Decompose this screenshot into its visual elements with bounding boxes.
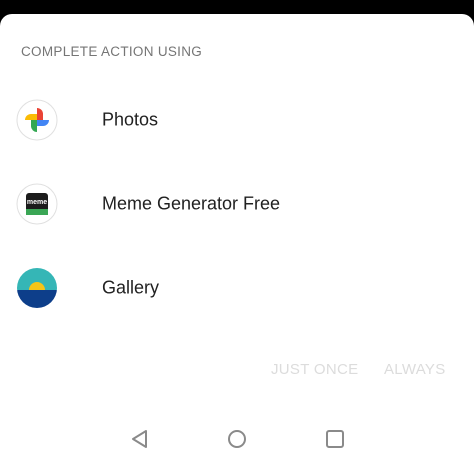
action-bar: JUST ONCE ALWAYS [0,361,474,381]
chooser-sheet: COMPLETE ACTION USING Photos meme Meme G… [0,14,474,466]
app-label-gallery: Gallery [102,277,160,298]
just-once-button[interactable]: JUST ONCE [271,361,358,378]
home-icon[interactable] [225,427,249,451]
app-option-meme-generator[interactable]: meme Meme Generator Free [0,172,474,236]
recents-icon[interactable] [323,427,347,451]
chooser-title: COMPLETE ACTION USING [21,44,203,59]
navigation-bar [0,419,474,466]
meme-generator-icon: meme [16,183,58,225]
app-option-photos[interactable]: Photos [0,88,474,152]
meme-icon-text: meme [27,199,47,206]
gallery-icon [16,267,58,309]
always-button[interactable]: ALWAYS [384,361,446,378]
app-option-gallery[interactable]: Gallery [0,256,474,320]
app-label-meme-generator: Meme Generator Free [102,193,281,214]
back-icon[interactable] [128,427,152,451]
photos-icon [16,99,58,141]
app-label-photos: Photos [102,109,159,130]
